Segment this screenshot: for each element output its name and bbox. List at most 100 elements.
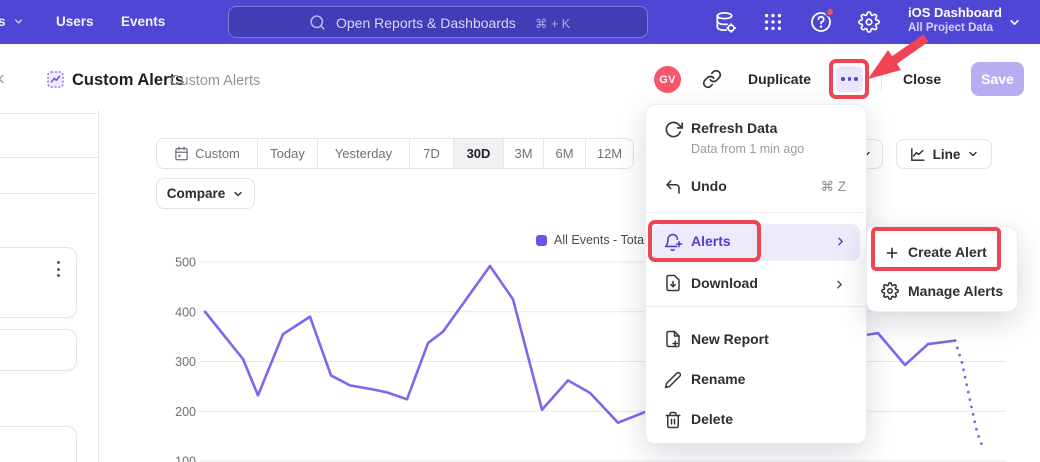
refresh-icon — [664, 120, 683, 139]
chevron-down-icon — [967, 148, 979, 160]
menu-item-label: Refresh Data — [691, 120, 777, 136]
download-icon — [664, 274, 682, 292]
search-bar[interactable]: Open Reports & Dashboards ⌘ + K — [228, 6, 648, 38]
menu-item-label: New Report — [691, 331, 769, 347]
context-menu: Refresh Data Data from 1 min ago Undo ⌘ … — [645, 104, 867, 444]
menu-item-delete[interactable]: Delete — [646, 401, 866, 439]
project-selector[interactable]: iOS Dashboard All Project Data — [908, 5, 1002, 34]
nav-item-events[interactable]: Events — [121, 14, 165, 29]
header-divider — [881, 66, 882, 92]
date-range-label: Today — [270, 146, 305, 161]
submenu-item-label: Manage Alerts — [908, 283, 1003, 299]
y-axis-tick-label: 400 — [175, 305, 196, 319]
back-chevron-icon[interactable] — [0, 72, 8, 86]
page-title: Custom Alerts — [72, 71, 184, 90]
data-management-icon[interactable] — [714, 11, 737, 34]
menu-item-label: Rename — [691, 371, 745, 387]
date-range-label: Yesterday — [335, 146, 392, 161]
project-chevron-down-icon — [1008, 16, 1021, 29]
menu-item-label: Undo — [691, 178, 727, 194]
date-range-7d[interactable]: 7D — [409, 139, 453, 168]
series-line-projected — [955, 341, 982, 445]
menu-item-alerts[interactable]: Alerts — [653, 224, 860, 261]
help-icon[interactable] — [809, 10, 833, 34]
date-range-custom[interactable]: Custom — [157, 139, 257, 168]
date-range-today[interactable]: Today — [257, 139, 317, 168]
date-range-label: 7D — [423, 146, 440, 161]
alerts-submenu: Create Alert Manage Alerts — [866, 226, 1018, 312]
chart-type-label: Line — [933, 147, 961, 162]
menu-item-rename[interactable]: Rename — [646, 361, 866, 399]
chevron-down-icon — [13, 16, 24, 27]
save-button[interactable]: Save — [971, 62, 1024, 96]
date-range-label: Custom — [195, 146, 240, 161]
date-range-yesterday[interactable]: Yesterday — [317, 139, 409, 168]
submenu-chevron-right-icon — [834, 235, 847, 248]
y-axis-tick-label: 300 — [175, 355, 196, 369]
nav-item-users[interactable]: Users — [56, 14, 94, 29]
y-axis-tick-label: 500 — [175, 256, 196, 270]
rename-pencil-icon — [664, 371, 682, 389]
submenu-item-create-alert[interactable]: Create Alert — [867, 235, 1017, 271]
project-name: iOS Dashboard — [908, 5, 1002, 20]
submenu-chevron-right-icon — [833, 278, 846, 291]
date-range-selector: Custom Today Yesterday 7D 30D 3M 6M 12M — [156, 138, 634, 169]
search-placeholder: Open Reports & Dashboards — [336, 15, 516, 31]
search-icon — [309, 14, 326, 31]
avatar[interactable]: GV — [654, 66, 681, 93]
menu-item-label: Download — [691, 275, 758, 291]
menu-divider — [646, 306, 866, 307]
menu-item-undo[interactable]: Undo ⌘ Z — [646, 169, 866, 205]
date-range-label: 12M — [597, 146, 622, 161]
submenu-item-label: Create Alert — [908, 244, 987, 260]
legend-swatch — [536, 235, 547, 246]
date-range-label: 6M — [555, 146, 573, 161]
y-axis-tick-label: 100 — [175, 455, 196, 462]
submenu-item-manage-alerts[interactable]: Manage Alerts — [867, 273, 1017, 309]
close-button[interactable]: Close — [903, 71, 941, 87]
date-range-label: 30D — [467, 146, 491, 161]
nav-item-cutoff-label: s — [0, 14, 6, 29]
calendar-icon — [174, 146, 189, 161]
y-axis-tick-label: 200 — [175, 405, 196, 419]
menu-divider — [646, 212, 866, 213]
date-range-6m[interactable]: 6M — [543, 139, 585, 168]
keyboard-shortcut: ⌘ Z — [821, 179, 847, 195]
date-range-12m[interactable]: 12M — [585, 139, 633, 168]
chart-legend: All Events - Total — [536, 233, 647, 247]
date-range-30d[interactable]: 30D — [453, 139, 503, 168]
alert-bell-plus-icon — [664, 233, 683, 252]
apps-grid-icon[interactable] — [762, 11, 784, 33]
menu-item-download[interactable]: Download — [646, 265, 866, 303]
legend-label: All Events - Total — [554, 233, 647, 247]
more-options-button[interactable] — [836, 66, 863, 92]
line-chart-icon — [909, 146, 926, 163]
menu-item-new-report[interactable]: New Report — [646, 321, 866, 359]
copy-link-icon[interactable] — [702, 69, 722, 89]
new-report-icon — [664, 330, 682, 348]
date-range-3m[interactable]: 3M — [503, 139, 543, 168]
compare-button[interactable]: Compare — [156, 178, 255, 209]
project-scope: All Project Data — [908, 22, 1002, 34]
menu-item-subtitle: Data from 1 min ago — [691, 142, 804, 156]
notification-dot — [825, 7, 835, 17]
menu-item-label: Alerts — [691, 233, 731, 249]
breadcrumb[interactable]: Custom Alerts — [170, 73, 260, 89]
search-shortcut-hint: ⌘ + K — [535, 16, 570, 31]
duplicate-button[interactable]: Duplicate — [748, 71, 811, 87]
chevron-down-icon — [232, 188, 244, 200]
gear-icon — [881, 282, 899, 300]
undo-icon — [664, 178, 682, 196]
nav-item-cutoff[interactable]: s — [0, 14, 24, 29]
report-type-icon — [46, 70, 65, 89]
menu-item-label: Delete — [691, 411, 733, 427]
plus-icon — [884, 245, 900, 261]
chart-type-button[interactable]: Line — [896, 139, 992, 169]
top-navigation-bar: s Users Events Open Reports & Dashboards… — [0, 0, 1040, 44]
menu-item-refresh-data[interactable]: Refresh Data Data from 1 min ago — [646, 115, 866, 167]
date-range-label: 3M — [514, 146, 532, 161]
compare-label: Compare — [167, 186, 226, 201]
delete-trash-icon — [664, 411, 682, 429]
app-window: 500 400 300 200 100 All Events - Total s Use… — [0, 0, 1040, 462]
settings-gear-icon[interactable] — [858, 11, 880, 33]
